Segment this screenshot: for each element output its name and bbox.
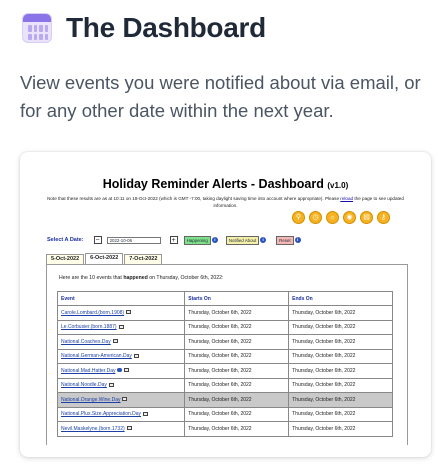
event-cell: Nevil.Maskelyne.(born.1732) xyxy=(56,421,186,437)
starts-on-cell: Thursday, October 6th, 2022 xyxy=(184,319,290,335)
intro-text: Here are the 10 events that xyxy=(59,275,122,281)
notified-info-icon[interactable]: i xyxy=(260,237,267,243)
ends-on-cell: Thursday, October 6th, 2022 xyxy=(288,334,393,350)
clock-icon[interactable]: ◷ xyxy=(309,211,322,224)
event-cell: Carole.Lombard.(born.1908) xyxy=(56,305,186,321)
intro-mode: happened xyxy=(123,275,148,281)
event-link[interactable]: National.Orange.Wine.Day xyxy=(61,397,120,403)
starts-on-cell: Thursday, October 6th, 2022 xyxy=(184,406,290,422)
add-to-calendar-icon[interactable] xyxy=(112,339,118,344)
document-icon[interactable]: ▤ xyxy=(360,211,373,224)
hero-header: The Dashboard xyxy=(22,12,266,44)
bulb-icon[interactable]: ☼ xyxy=(326,211,339,224)
page-title: The Dashboard xyxy=(66,12,266,43)
add-to-calendar-icon[interactable] xyxy=(133,353,139,358)
table-row: Nevil.Maskelyne.(born.1732) Thursday, Oct… xyxy=(56,421,393,437)
starts-on-cell: Thursday, October 6th, 2022 xyxy=(184,421,290,437)
results-panel: Here are the 10 events that happened on … xyxy=(46,264,408,445)
event-link[interactable]: National.Plus.Size.Appreciation.Day xyxy=(61,411,141,417)
app-title: Holiday Reminder Alerts - Dashboard (v1.… xyxy=(20,177,431,191)
search-icon[interactable]: ⚲ xyxy=(292,211,305,224)
add-to-calendar-icon[interactable] xyxy=(123,368,129,373)
chat-icon[interactable]: ◉ xyxy=(343,211,356,224)
ends-on-cell: Thursday, October 6th, 2022 xyxy=(288,319,393,335)
table-row: National.Coaches.Day Thursday, October 6t… xyxy=(56,334,393,350)
column-ends-on[interactable]: Ends On xyxy=(288,291,393,306)
event-link[interactable]: Nevil.Maskelyne.(born.1732) xyxy=(61,426,125,432)
reload-link[interactable]: reload xyxy=(340,196,353,201)
app-title-text: Holiday Reminder Alerts - Dashboard xyxy=(102,177,324,191)
starts-on-cell: Thursday, October 6th, 2022 xyxy=(184,348,290,364)
event-link[interactable]: National.Noodle.Day xyxy=(61,382,107,388)
app-version: (v1.0) xyxy=(327,181,349,190)
table-row: National.Orange.Wine.Day Thursday, Octobe… xyxy=(56,392,393,408)
previous-date-button[interactable]: − xyxy=(93,236,102,244)
event-link[interactable]: National.German-American.Day xyxy=(61,353,132,359)
event-link[interactable]: Carole.Lombard.(born.1908) xyxy=(61,310,124,316)
reset-info-icon[interactable]: i xyxy=(294,237,301,243)
event-link[interactable]: Le.Corbusier.(born.1887) xyxy=(61,324,117,330)
reset-button[interactable]: Reset xyxy=(276,235,294,245)
next-date-button[interactable]: + xyxy=(169,236,178,244)
update-note: Note that these results are as at 10:11 … xyxy=(44,196,407,209)
intro-date: on Thursday, October 6th, 2022: xyxy=(149,275,224,281)
starts-on-cell: Thursday, October 6th, 2022 xyxy=(184,363,290,379)
table-header-row: Event Starts On Ends On xyxy=(56,291,393,306)
dashboard-screenshot-card: Holiday Reminder Alerts - Dashboard (v1.… xyxy=(20,152,431,457)
event-cell: National.Plus.Size.Appreciation.Day xyxy=(56,406,186,422)
event-cell: National.Coaches.Day xyxy=(56,334,186,350)
results-intro: Here are the 10 events that happened on … xyxy=(59,275,224,281)
table-row: Le.Corbusier.(born.1887) Thursday, Octobe… xyxy=(56,319,393,335)
event-cell: National.Orange.Wine.Day xyxy=(56,392,186,408)
ends-on-cell: Thursday, October 6th, 2022 xyxy=(288,348,393,364)
event-cell: National.German-American.Day xyxy=(56,348,186,364)
event-link[interactable]: National.Mad.Hatter.Day xyxy=(61,368,115,374)
table-row: National.Plus.Size.Appreciation.Day Thurs… xyxy=(56,406,393,422)
table-row: National.Mad.Hatter.Day Thursday, October… xyxy=(56,363,393,379)
add-to-calendar-icon[interactable] xyxy=(126,310,132,315)
date-input[interactable]: 2022-10-06 xyxy=(106,236,161,244)
add-to-calendar-icon[interactable] xyxy=(126,426,132,431)
column-starts-on[interactable]: Starts On xyxy=(184,291,290,306)
ends-on-cell: Thursday, October 6th, 2022 xyxy=(288,392,393,408)
ends-on-cell: Thursday, October 6th, 2022 xyxy=(288,406,393,422)
column-event[interactable]: Event xyxy=(56,291,186,306)
ends-on-cell: Thursday, October 6th, 2022 xyxy=(288,305,393,321)
add-to-calendar-icon[interactable] xyxy=(143,411,149,416)
table-row: Carole.Lombard.(born.1908) Thursday, Octo… xyxy=(56,305,393,321)
event-cell: National.Mad.Hatter.Day xyxy=(56,363,186,379)
toolbar: ⚲ ◷ ☼ ◉ ▤ ⚷ xyxy=(292,211,390,224)
ends-on-cell: Thursday, October 6th, 2022 xyxy=(288,363,393,379)
calendar-icon xyxy=(22,13,52,43)
date-selector: Select A Date: − 2022-10-06 + Happening … xyxy=(47,235,301,245)
notified-about-button[interactable]: Notified About xyxy=(225,235,260,245)
table-row: National.German-American.Day Thursday, Oc… xyxy=(56,348,393,364)
starts-on-cell: Thursday, October 6th, 2022 xyxy=(184,392,290,408)
starts-on-cell: Thursday, October 6th, 2022 xyxy=(184,334,290,350)
select-date-label: Select A Date: xyxy=(47,237,84,243)
add-to-calendar-icon[interactable] xyxy=(118,324,124,329)
page-description: View events you were notified about via … xyxy=(20,72,421,121)
happening-button[interactable]: Happening xyxy=(183,235,211,245)
ends-on-cell: Thursday, October 6th, 2022 xyxy=(288,421,393,437)
starts-on-cell: Thursday, October 6th, 2022 xyxy=(184,377,290,393)
add-to-calendar-icon[interactable] xyxy=(108,382,114,387)
info-icon[interactable] xyxy=(117,367,122,373)
event-cell: National.Noodle.Day xyxy=(56,377,186,393)
add-to-calendar-icon[interactable] xyxy=(122,397,128,402)
event-cell: Le.Corbusier.(born.1887) xyxy=(56,319,186,335)
ends-on-cell: Thursday, October 6th, 2022 xyxy=(288,377,393,393)
starts-on-cell: Thursday, October 6th, 2022 xyxy=(184,305,290,321)
event-link[interactable]: National.Coaches.Day xyxy=(61,339,111,345)
happening-info-icon[interactable]: i xyxy=(211,237,218,243)
events-table: Event Starts On Ends On Carole.Lombard.(… xyxy=(56,291,393,437)
update-note-text: Note that these results are as at 10:11 … xyxy=(47,196,340,201)
table-row: National.Noodle.Day Thursday, October 6th… xyxy=(56,377,393,393)
key-icon[interactable]: ⚷ xyxy=(377,211,390,224)
